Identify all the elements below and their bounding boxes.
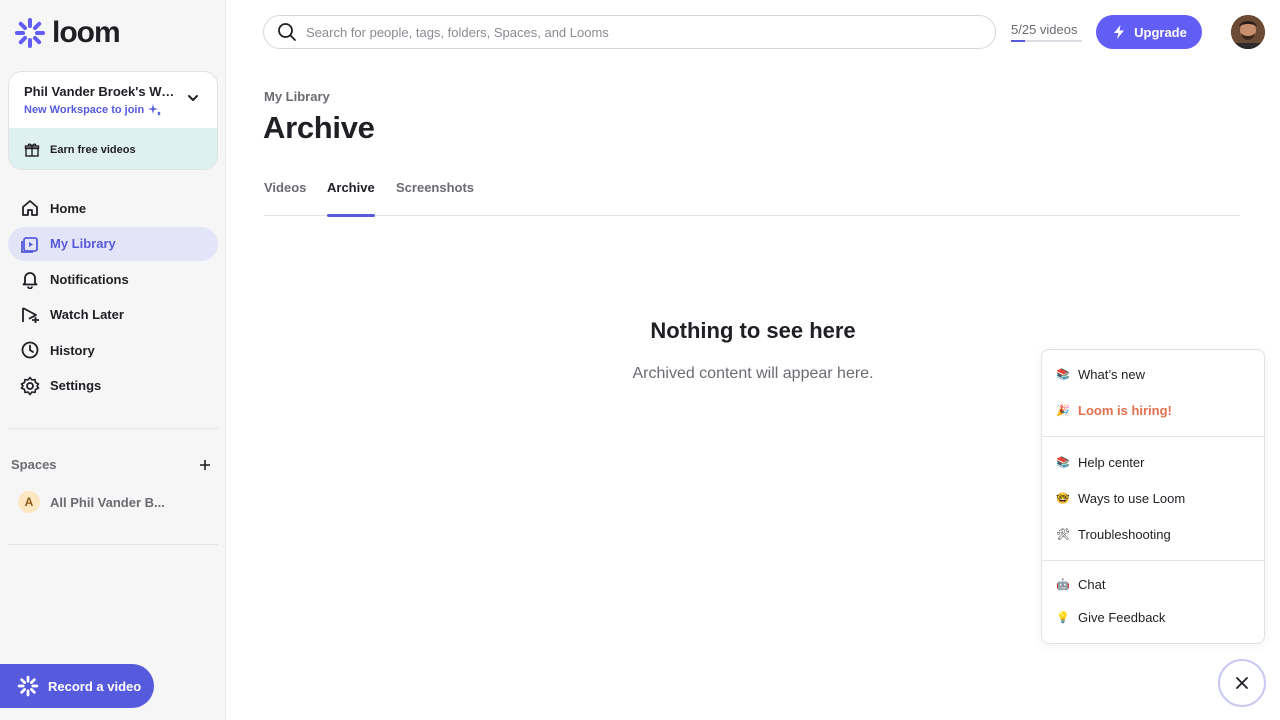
clock-icon bbox=[21, 341, 39, 359]
tab-screenshots[interactable]: Screenshots bbox=[396, 180, 474, 216]
user-avatar-image bbox=[1231, 15, 1265, 49]
sidebar-item-history[interactable]: History bbox=[8, 333, 218, 367]
bell-icon bbox=[22, 272, 38, 290]
tab-archive[interactable]: Archive bbox=[327, 180, 375, 217]
sidebar-item-label: Settings bbox=[50, 378, 102, 394]
video-usage-fill bbox=[1011, 40, 1026, 42]
loom-logo[interactable]: loom bbox=[14, 16, 121, 50]
empty-state-subtitle: Archived content will appear here. bbox=[632, 365, 874, 382]
logo-wordmark: loom bbox=[52, 16, 121, 49]
nerd-face-icon: 🤓 bbox=[1056, 493, 1070, 505]
menu-item-troubleshooting[interactable]: 🛠 Troubleshooting bbox=[1056, 527, 1171, 542]
loom-asterisk-icon bbox=[15, 18, 45, 48]
page-title: Archive bbox=[263, 110, 375, 145]
gear-icon bbox=[20, 376, 40, 396]
menu-item-loom-hiring[interactable]: 🎉 Loom is hiring! bbox=[1056, 403, 1172, 418]
spaces-heading: Spaces bbox=[11, 457, 57, 472]
robot-icon: 🤖 bbox=[1056, 579, 1070, 591]
menu-item-ways-to-use[interactable]: 🤓 Ways to use Loom bbox=[1056, 491, 1185, 506]
workspace-name: Phil Vander Broek's Wor... bbox=[24, 84, 182, 99]
books-icon: 📚 bbox=[1056, 457, 1070, 469]
video-usage-bar bbox=[1011, 40, 1082, 42]
upgrade-button[interactable]: Upgrade bbox=[1096, 15, 1202, 49]
sidebar-divider bbox=[8, 428, 218, 429]
menu-item-label: Give Feedback bbox=[1078, 610, 1166, 625]
sidebar-item-label: History bbox=[50, 342, 95, 358]
search-input[interactable] bbox=[306, 24, 966, 40]
home-icon bbox=[22, 200, 38, 216]
party-popper-icon: 🎉 bbox=[1056, 405, 1070, 417]
video-usage-count[interactable]: 5/25 videos bbox=[1011, 22, 1078, 37]
workspace-card: Phil Vander Broek's Wor... New Workspace… bbox=[8, 71, 218, 170]
sidebar-item-my-library[interactable]: My Library bbox=[8, 226, 218, 261]
sidebar-divider bbox=[8, 544, 218, 545]
search-bar[interactable] bbox=[263, 15, 996, 49]
library-tabs: Videos Archive Screenshots bbox=[264, 180, 1240, 217]
library-icon bbox=[21, 236, 38, 253]
add-space-icon[interactable] bbox=[199, 459, 211, 471]
sidebar-item-label: Home bbox=[50, 200, 87, 216]
record-video-button[interactable]: Record a video bbox=[0, 664, 154, 708]
sidebar-item-home[interactable]: Home bbox=[8, 191, 218, 225]
sparkle-icon bbox=[148, 104, 161, 116]
sidebar-item-settings[interactable]: Settings bbox=[8, 369, 218, 403]
menu-item-give-feedback[interactable]: 💡 Give Feedback bbox=[1056, 610, 1165, 625]
new-workspace-label: New Workspace to join bbox=[24, 103, 145, 116]
sidebar-item-label: My Library bbox=[50, 236, 116, 252]
spaces-header: Spaces bbox=[11, 457, 211, 472]
loom-asterisk-icon bbox=[17, 675, 39, 697]
sidebar-item-label: Notifications bbox=[50, 271, 129, 287]
workspace-switcher[interactable]: Phil Vander Broek's Wor... New Workspace… bbox=[9, 72, 217, 128]
space-avatar: A bbox=[18, 491, 40, 513]
menu-item-label: Ways to use Loom bbox=[1078, 491, 1186, 506]
earn-free-videos-button[interactable]: Earn free videos bbox=[9, 128, 217, 169]
breadcrumb[interactable]: My Library bbox=[264, 89, 330, 104]
tab-videos[interactable]: Videos bbox=[264, 180, 306, 216]
menu-item-label: Help center bbox=[1078, 455, 1145, 470]
empty-state-title: Nothing to see here bbox=[650, 318, 856, 343]
search-icon bbox=[278, 23, 296, 41]
lightning-icon bbox=[1114, 25, 1125, 39]
user-avatar[interactable] bbox=[1231, 15, 1265, 49]
light-bulb-icon: 💡 bbox=[1056, 612, 1070, 624]
earn-free-videos-label: Earn free videos bbox=[50, 143, 136, 156]
books-icon: 📚 bbox=[1056, 369, 1070, 381]
menu-separator bbox=[1042, 560, 1264, 561]
menu-item-whats-new[interactable]: 📚 What’s new bbox=[1056, 367, 1145, 382]
space-label: All Phil Vander B... bbox=[50, 494, 165, 510]
sidebar-item-label: Watch Later bbox=[50, 307, 124, 323]
chevron-down-icon[interactable] bbox=[187, 92, 199, 104]
close-help-button[interactable] bbox=[1218, 659, 1266, 707]
space-item[interactable]: A All Phil Vander B... bbox=[18, 491, 165, 513]
watch-later-icon bbox=[22, 306, 39, 323]
menu-item-label: Loom is hiring! bbox=[1078, 403, 1172, 418]
record-video-label: Record a video bbox=[48, 678, 142, 694]
menu-item-label: Chat bbox=[1078, 577, 1106, 592]
close-icon bbox=[1236, 677, 1248, 689]
sidebar-item-notifications[interactable]: Notifications bbox=[8, 262, 218, 296]
new-workspace-link[interactable]: New Workspace to join bbox=[24, 103, 202, 116]
menu-item-help-center[interactable]: 📚 Help center bbox=[1056, 455, 1144, 470]
menu-item-chat[interactable]: 🤖 Chat bbox=[1056, 577, 1105, 592]
sidebar-item-watch-later[interactable]: Watch Later bbox=[8, 298, 218, 332]
menu-item-label: What’s new bbox=[1078, 367, 1145, 382]
gift-icon bbox=[24, 143, 40, 157]
upgrade-label: Upgrade bbox=[1134, 24, 1187, 40]
sidebar-nav: Home My Library Notifications Watch Late… bbox=[8, 191, 218, 405]
help-menu: 📚 What’s new 🎉 Loom is hiring! 📚 Help ce… bbox=[1041, 349, 1265, 644]
menu-separator bbox=[1042, 436, 1264, 437]
sidebar: loom Phil Vander Broek's Wor... New Work… bbox=[0, 0, 226, 720]
menu-item-label: Troubleshooting bbox=[1078, 527, 1171, 542]
tools-icon: 🛠 bbox=[1056, 529, 1070, 541]
